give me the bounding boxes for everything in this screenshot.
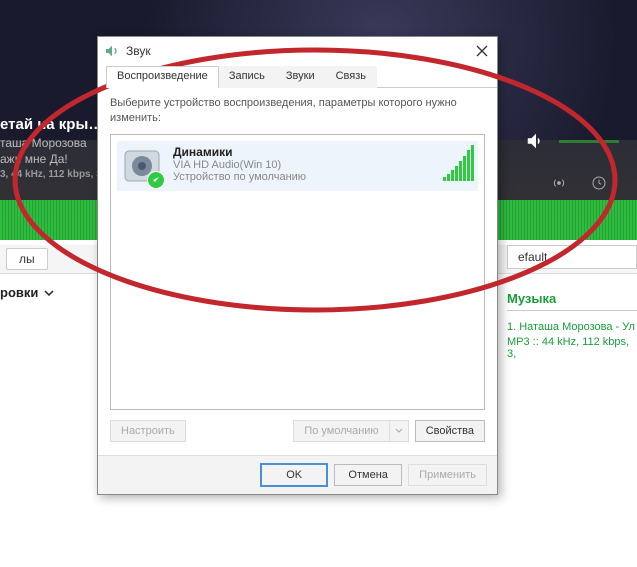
volume-slider[interactable] — [559, 140, 619, 143]
dialog-footer: OK Отмена Применить — [98, 455, 497, 494]
instruction-text: Выберите устройство воспроизведения, пар… — [110, 96, 485, 126]
clock-icon[interactable] — [591, 175, 607, 191]
device-driver: VIA HD Audio(Win 10) — [173, 159, 433, 171]
device-status: Устройство по умолчанию — [173, 171, 433, 183]
tab-playback[interactable]: Воспроизведение — [106, 66, 219, 88]
chevron-down-icon — [44, 288, 54, 298]
sound-icon — [104, 43, 120, 59]
apply-button: Применить — [408, 464, 487, 486]
level-meter — [443, 145, 474, 181]
tab-strip: Воспроизведение Запись Звуки Связь — [98, 65, 497, 88]
preset-button[interactable]: efault — [507, 245, 637, 269]
set-default-dropdown — [389, 420, 409, 442]
close-icon[interactable] — [473, 42, 491, 60]
broadcast-icon[interactable] — [551, 175, 567, 191]
playlist-item-meta: MP3 :: 44 kHz, 112 kbps, 3, — [507, 336, 637, 360]
dialog-title: Звук — [126, 44, 151, 58]
tab-communications[interactable]: Связь — [325, 66, 377, 88]
toolbar-tab[interactable]: лы — [6, 248, 48, 270]
properties-button[interactable]: Свойства — [415, 420, 485, 442]
playlist-panel: efault Музыка 1. Наташа Морозова - Ул MP… — [507, 245, 637, 360]
device-list[interactable]: Динамики VIA HD Audio(Win 10) Устройство… — [110, 134, 485, 410]
tab-recording[interactable]: Запись — [218, 66, 276, 88]
configure-button: Настроить — [110, 420, 186, 442]
playlist-item[interactable]: 1. Наташа Морозова - Ул — [507, 319, 637, 336]
playlist-heading: Музыка — [507, 287, 637, 311]
device-item[interactable]: Динамики VIA HD Audio(Win 10) Устройство… — [117, 141, 478, 191]
device-name: Динамики — [173, 145, 433, 159]
volume-area — [525, 130, 619, 152]
check-icon — [147, 171, 165, 189]
speaker-device-icon — [121, 145, 163, 187]
titlebar[interactable]: Звук — [98, 37, 497, 65]
volume-icon[interactable] — [525, 130, 547, 152]
section-header[interactable]: ровки — [0, 285, 54, 300]
sound-dialog: Звук Воспроизведение Запись Звуки Связь … — [97, 36, 498, 495]
cancel-button[interactable]: Отмена — [334, 464, 402, 486]
set-default-button: По умолчанию — [293, 420, 388, 442]
ok-button[interactable]: OK — [260, 463, 328, 487]
tab-sounds[interactable]: Звуки — [275, 66, 326, 88]
